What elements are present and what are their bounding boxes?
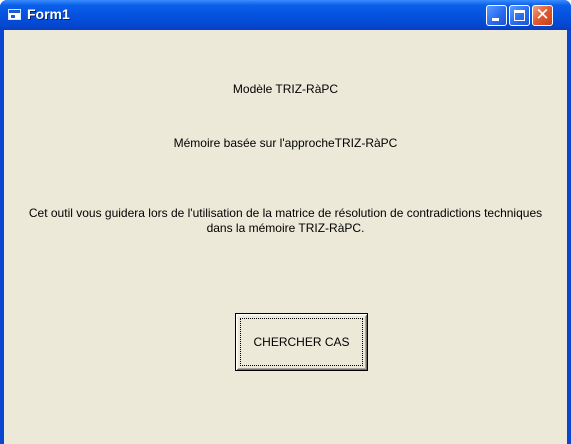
model-title-label: Modèle TRIZ-RàPC xyxy=(232,82,339,96)
form-client-area: Modèle TRIZ-RàPC Mémoire basée sur l'app… xyxy=(4,30,567,444)
maximize-icon xyxy=(514,10,525,21)
search-case-button[interactable]: CHERCHER CAS xyxy=(235,313,368,371)
minimize-icon xyxy=(492,18,499,21)
search-case-button-label: CHERCHER CAS xyxy=(240,318,363,366)
description-label: Cet outil vous guidera lors de l'utilisa… xyxy=(28,206,543,235)
close-icon: ✕ xyxy=(535,5,550,24)
form1-window: Form1 ✕ Modèle TRIZ-RàPC Mémoire basée s… xyxy=(0,0,571,444)
maximize-button[interactable] xyxy=(509,5,530,26)
minimize-button[interactable] xyxy=(486,5,507,26)
form-icon[interactable] xyxy=(8,9,21,20)
title-bar[interactable]: Form1 ✕ xyxy=(0,0,571,30)
memory-label: Mémoire basée sur l'approcheTRIZ-RàPC xyxy=(173,136,398,150)
close-button[interactable]: ✕ xyxy=(532,5,553,26)
window-title: Form1 xyxy=(27,6,70,22)
